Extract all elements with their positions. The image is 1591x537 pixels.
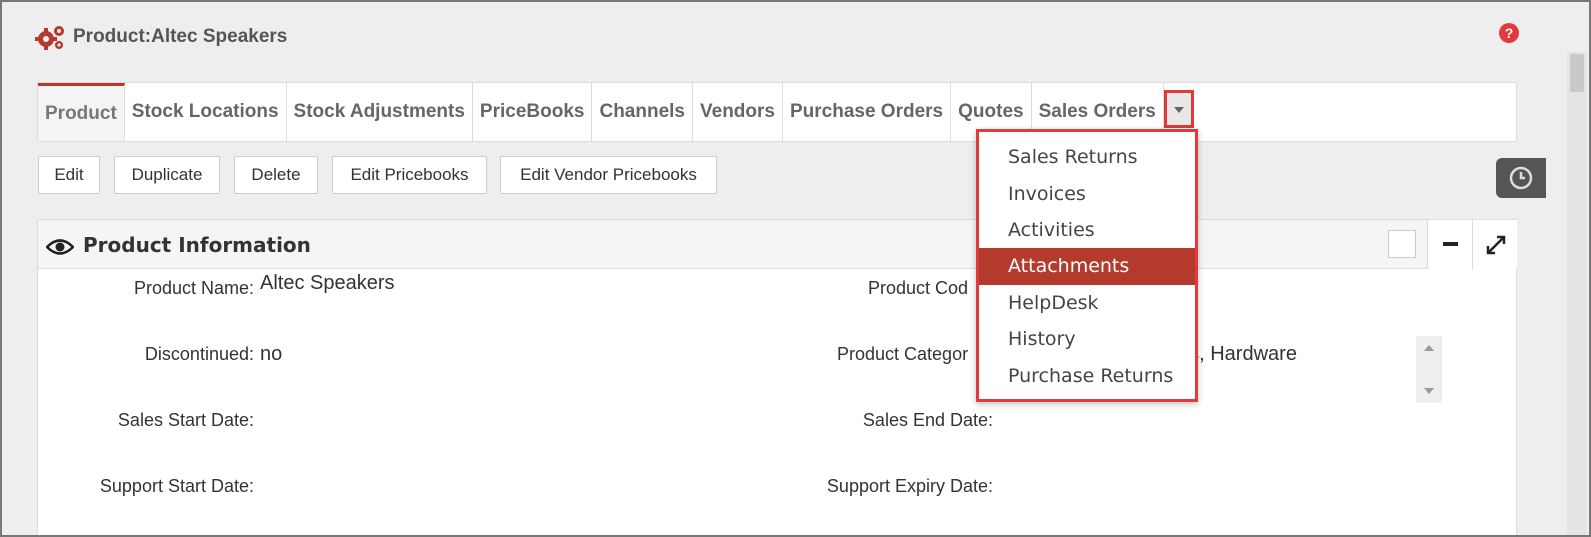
tab-pricebooks[interactable]: PriceBooks bbox=[473, 83, 593, 141]
minimize-button[interactable] bbox=[1427, 220, 1472, 269]
duplicate-button[interactable]: Duplicate bbox=[114, 156, 220, 194]
tab-channels[interactable]: Channels bbox=[592, 83, 693, 141]
sales-start-date-label: Sales Start Date: bbox=[117, 410, 254, 430]
panel-checkbox[interactable] bbox=[1388, 230, 1416, 258]
product-name-value: Altec Speakers bbox=[260, 272, 395, 294]
discontinued-label: Discontinued: bbox=[144, 344, 254, 364]
menu-item-activities[interactable]: Activities bbox=[979, 212, 1195, 248]
tab-bar: Product Stock Locations Stock Adjustment… bbox=[37, 82, 1517, 142]
scroll-up-icon[interactable] bbox=[1424, 345, 1434, 351]
tab-product[interactable]: Product bbox=[38, 83, 125, 141]
panel-title: Product Information bbox=[83, 233, 311, 257]
sales-end-date-label: Sales End Date: bbox=[862, 410, 993, 430]
menu-item-invoices[interactable]: Invoices bbox=[979, 175, 1195, 211]
expand-icon bbox=[1486, 235, 1506, 255]
tab-stock-locations[interactable]: Stock Locations bbox=[125, 83, 287, 141]
tab-purchase-orders[interactable]: Purchase Orders bbox=[783, 83, 952, 141]
edit-pricebooks-button[interactable]: Edit Pricebooks bbox=[332, 156, 487, 194]
page-scrollbar[interactable] bbox=[1567, 52, 1587, 535]
more-tabs-dropdown: Sales Returns Invoices Activities Attach… bbox=[976, 129, 1198, 402]
minimize-icon bbox=[1443, 242, 1458, 246]
expand-button[interactable] bbox=[1472, 220, 1517, 269]
menu-item-history[interactable]: History bbox=[979, 321, 1195, 357]
eye-icon[interactable] bbox=[46, 236, 74, 258]
tab-vendors[interactable]: Vendors bbox=[693, 83, 783, 141]
page-header: Product:Altec Speakers bbox=[35, 22, 287, 52]
product-information-panel: Product Information Product Name: Altec … bbox=[37, 219, 1517, 535]
delete-button[interactable]: Delete bbox=[234, 156, 318, 194]
svg-text:?: ? bbox=[1505, 25, 1514, 41]
support-start-date-label: Support Start Date: bbox=[99, 476, 254, 496]
category-scroll[interactable] bbox=[1416, 336, 1442, 403]
help-icon[interactable]: ? bbox=[1498, 22, 1520, 44]
history-clock-icon bbox=[1509, 166, 1533, 190]
edit-vendor-pricebooks-button[interactable]: Edit Vendor Pricebooks bbox=[500, 156, 717, 194]
product-name-label: Product Name: bbox=[133, 278, 254, 298]
app-window: Product:Altec Speakers ? Product Stock L… bbox=[0, 0, 1591, 537]
scroll-down-icon[interactable] bbox=[1424, 388, 1434, 394]
menu-item-helpdesk[interactable]: HelpDesk bbox=[979, 285, 1195, 321]
product-code-label: Product Cod bbox=[868, 278, 969, 298]
menu-item-attachments[interactable]: Attachments bbox=[979, 248, 1195, 285]
page-title: Product:Altec Speakers bbox=[73, 26, 288, 47]
support-expiry-date-label: Support Expiry Date: bbox=[826, 476, 993, 496]
discontinued-value: no bbox=[260, 343, 283, 365]
menu-item-purchase-returns[interactable]: Purchase Returns bbox=[979, 357, 1195, 393]
gears-icon bbox=[35, 26, 64, 50]
scrollbar-thumb[interactable] bbox=[1570, 54, 1584, 92]
history-button[interactable] bbox=[1496, 158, 1546, 198]
menu-item-sales-returns[interactable]: Sales Returns bbox=[979, 139, 1195, 175]
chevron-down-icon bbox=[1173, 107, 1184, 113]
panel-header: Product Information bbox=[38, 220, 1517, 269]
tab-stock-adjustments[interactable]: Stock Adjustments bbox=[287, 83, 473, 141]
edit-button[interactable]: Edit bbox=[38, 156, 100, 194]
product-category-label: Product Categor bbox=[837, 344, 969, 364]
